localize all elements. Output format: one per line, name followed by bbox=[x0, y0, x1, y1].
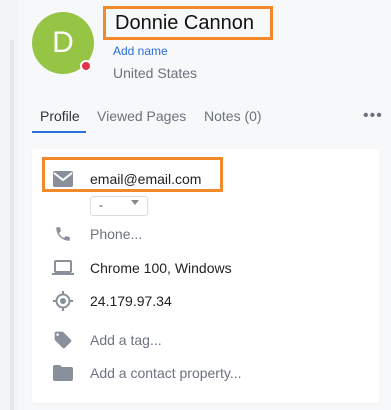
avatar-initial: D bbox=[52, 26, 74, 59]
browser-row: Chrome 100, Windows bbox=[52, 257, 232, 279]
email-icon bbox=[52, 168, 74, 190]
chevron-down-icon bbox=[131, 200, 139, 205]
tag-icon bbox=[52, 329, 74, 351]
ip-row: 24.179.97.34 bbox=[52, 290, 172, 312]
email-type-select[interactable]: - bbox=[90, 196, 148, 216]
tab-notes[interactable]: Notes (0) bbox=[204, 108, 262, 124]
browser-value: Chrome 100, Windows bbox=[90, 260, 232, 276]
active-tab-indicator bbox=[32, 131, 86, 133]
rail-bar bbox=[10, 40, 14, 410]
email-row[interactable]: email@email.com bbox=[52, 168, 201, 190]
tag-row[interactable]: Add a tag... bbox=[52, 329, 162, 351]
phone-icon bbox=[52, 223, 74, 245]
phone-row[interactable]: Phone... bbox=[52, 223, 142, 245]
folder-icon bbox=[52, 362, 74, 384]
contact-name[interactable]: Donnie Cannon bbox=[103, 6, 273, 40]
contact-name-text: Donnie Cannon bbox=[115, 11, 254, 34]
property-row[interactable]: Add a contact property... bbox=[52, 362, 242, 384]
tab-viewed-pages[interactable]: Viewed Pages bbox=[97, 108, 186, 124]
laptop-icon bbox=[52, 257, 74, 279]
left-rail bbox=[0, 0, 18, 410]
email-type-value: - bbox=[99, 198, 103, 212]
tab-profile[interactable]: Profile bbox=[40, 108, 80, 124]
add-tag-input[interactable]: Add a tag... bbox=[90, 332, 162, 348]
contact-location: United States bbox=[113, 65, 198, 81]
ip-value: 24.179.97.34 bbox=[90, 293, 172, 309]
more-icon[interactable]: ••• bbox=[363, 107, 383, 125]
status-indicator bbox=[80, 60, 92, 72]
add-property-input[interactable]: Add a contact property... bbox=[90, 365, 242, 381]
add-name-link[interactable]: Add name bbox=[113, 44, 168, 58]
email-value[interactable]: email@email.com bbox=[90, 171, 201, 187]
location-target-icon bbox=[52, 290, 74, 312]
tab-bar: Profile Viewed Pages Notes (0) ••• bbox=[32, 103, 387, 133]
phone-input[interactable]: Phone... bbox=[90, 226, 142, 242]
